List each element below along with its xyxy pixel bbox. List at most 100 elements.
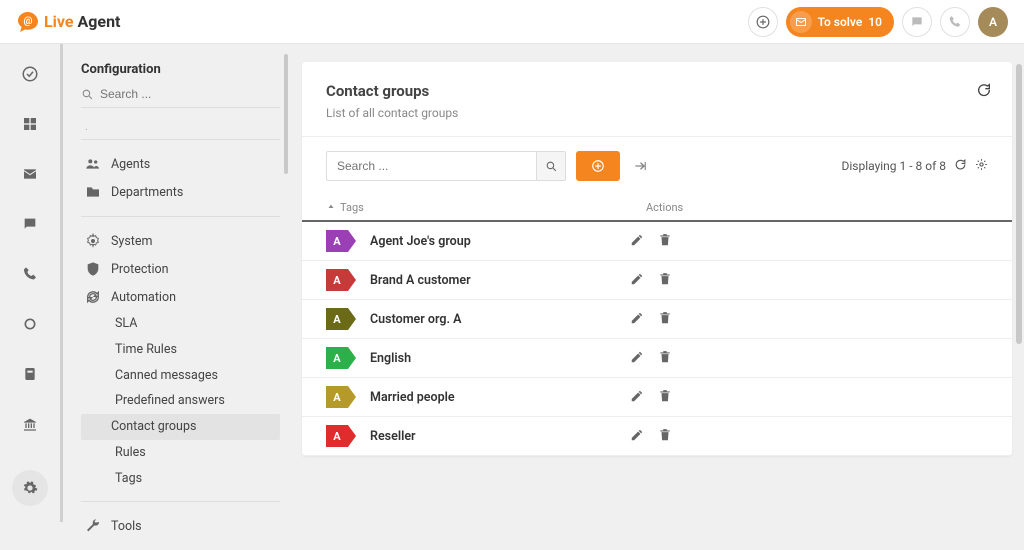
plus-circle-icon (591, 159, 605, 173)
to-solve-pill[interactable]: To solve 10 (786, 7, 894, 37)
cfg-system-label: System (111, 234, 152, 249)
sub-tags[interactable]: Tags (111, 466, 280, 492)
search-icon (545, 160, 558, 173)
tag-badge: A (326, 386, 356, 408)
delete-button[interactable] (658, 427, 672, 446)
edit-button[interactable] (630, 349, 644, 368)
pencil-icon (630, 272, 644, 286)
table-row[interactable]: ABrand A customer (302, 261, 1012, 300)
content: Contact groups List of all contact group… (290, 44, 1024, 522)
search-input[interactable] (326, 151, 536, 181)
phone-button[interactable] (940, 7, 970, 37)
cfg-agents-label: Agents (111, 157, 150, 172)
tag-label: Married people (370, 390, 630, 405)
badge-letter: A (326, 347, 348, 369)
avatar-letter: A (989, 15, 997, 29)
pencil-icon (630, 428, 644, 442)
search-button[interactable] (536, 151, 566, 181)
pencil-icon (630, 389, 644, 403)
badge-arrow-icon (348, 230, 356, 252)
gear-icon (85, 233, 101, 249)
badge-arrow-icon (348, 425, 356, 447)
iconbar-ring[interactable] (18, 312, 42, 336)
trash-icon (658, 272, 672, 286)
row-actions (630, 349, 672, 368)
iconbar-phone[interactable] (18, 262, 42, 286)
tag-badge: A (326, 269, 356, 291)
avatar[interactable]: A (978, 7, 1008, 37)
content-scrollbar[interactable] (1016, 64, 1022, 344)
paging-refresh[interactable] (954, 158, 967, 174)
edit-button[interactable] (630, 232, 644, 251)
cfg-agents[interactable]: Agents (81, 150, 280, 178)
row-actions (630, 232, 672, 251)
sub-predefined[interactable]: Predefined answers (111, 388, 280, 414)
cfg-automation[interactable]: Automation (81, 283, 280, 311)
iconbar-chat[interactable] (18, 212, 42, 236)
col-tags[interactable]: Tags (326, 201, 646, 214)
cfg-protection[interactable]: Protection (81, 255, 280, 283)
cfg-tools-label: Tools (111, 519, 142, 534)
to-solve-label: To solve (818, 15, 863, 29)
iconbar (0, 44, 60, 522)
iconbar-dashboard[interactable] (18, 112, 42, 136)
export-button[interactable] (630, 156, 650, 176)
badge-letter: A (326, 230, 348, 252)
table-row[interactable]: AReseller (302, 417, 1012, 456)
sub-sla[interactable]: SLA (111, 311, 280, 337)
sub-canned[interactable]: Canned messages (111, 363, 280, 389)
table-row[interactable]: ACustomer org. A (302, 300, 1012, 339)
delete-button[interactable] (658, 310, 672, 329)
cfg-tools[interactable]: Tools (81, 512, 280, 540)
config-search[interactable] (81, 87, 280, 108)
sub-contact-groups[interactable]: Contact groups (81, 414, 280, 440)
chat-button[interactable] (902, 7, 932, 37)
dashboard-icon (22, 116, 38, 132)
tag-badge: A (326, 347, 356, 369)
delete-button[interactable] (658, 349, 672, 368)
add-button[interactable] (576, 151, 620, 181)
paging: Displaying 1 - 8 of 8 (842, 158, 989, 174)
iconbar-settings[interactable] (12, 470, 48, 506)
paging-text: Displaying 1 - 8 of 8 (842, 159, 947, 173)
table-row[interactable]: A Married people (302, 378, 1012, 417)
pencil-icon (630, 350, 644, 364)
table-row[interactable]: AEnglish (302, 339, 1012, 378)
tag-label: Agent Joe's group (370, 234, 630, 249)
folder-icon (85, 184, 101, 200)
phone-icon (948, 15, 962, 29)
brand-logo[interactable]: @ LiveAgent (16, 10, 120, 34)
edit-button[interactable] (630, 271, 644, 290)
pencil-icon (630, 311, 644, 325)
row-actions (630, 388, 672, 407)
badge-arrow-icon (348, 308, 356, 330)
paging-settings[interactable] (975, 158, 988, 174)
iconbar-mail[interactable] (18, 162, 42, 186)
delete-button[interactable] (658, 388, 672, 407)
tag-badge: A (326, 308, 356, 330)
edit-button[interactable] (630, 427, 644, 446)
iconbar-check[interactable] (18, 62, 42, 86)
sub-time-rules[interactable]: Time Rules (111, 337, 280, 363)
search-icon (81, 88, 94, 101)
delete-button[interactable] (658, 232, 672, 251)
config-scrollbar[interactable] (284, 54, 288, 174)
table-row[interactable]: A Agent Joe's group (302, 222, 1012, 261)
iconbar-kb[interactable] (18, 412, 42, 436)
edit-button[interactable] (630, 388, 644, 407)
sub-rules[interactable]: Rules (111, 440, 280, 466)
col-tags-label: Tags (340, 201, 364, 214)
cfg-system[interactable]: System (81, 227, 280, 255)
row-actions (630, 271, 672, 290)
badge-letter: A (326, 386, 348, 408)
col-actions: Actions (646, 201, 988, 214)
brand-agent: Agent (78, 12, 121, 31)
iconbar-contacts[interactable] (18, 362, 42, 386)
edit-button[interactable] (630, 310, 644, 329)
plus-circle-icon (756, 15, 770, 29)
cfg-departments[interactable]: Departments (81, 178, 280, 206)
add-circle-button[interactable] (748, 7, 778, 37)
refresh-button[interactable] (976, 82, 992, 102)
delete-button[interactable] (658, 271, 672, 290)
config-search-input[interactable] (100, 87, 280, 101)
